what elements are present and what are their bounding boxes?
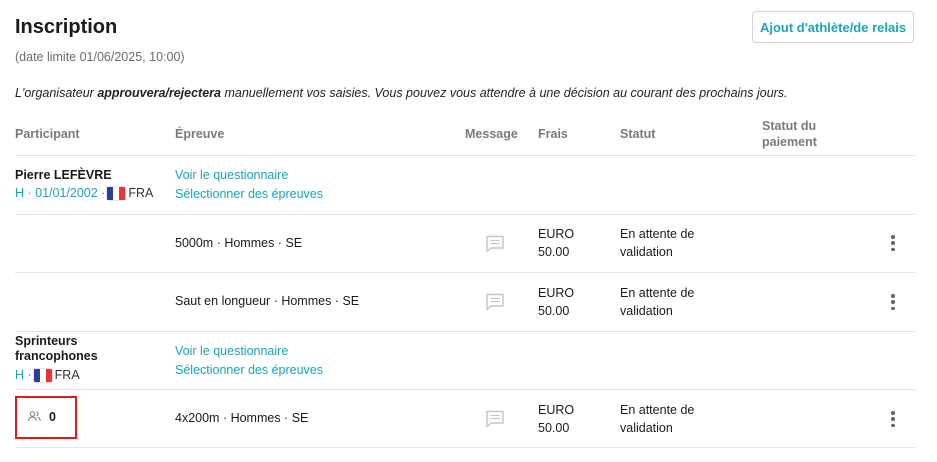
column-header-participant: Participant	[15, 127, 80, 141]
message-icon[interactable]	[485, 410, 505, 428]
divider	[15, 331, 915, 332]
flag-fr-icon	[107, 186, 126, 200]
team-name: Sprinteurs francophones	[15, 334, 98, 363]
deadline-text: (date limite 01/06/2025, 10:00)	[15, 50, 185, 64]
view-questionnaire-link[interactable]: Voir le questionnaire	[175, 344, 288, 358]
more-vert-icon[interactable]	[887, 410, 899, 428]
organizer-notice: L'organisateur approuvera/rejectera manu…	[15, 86, 788, 100]
participant-name: Pierre LEFÈVRE	[15, 168, 112, 182]
entry-event: 4x200m · Hommes · SE	[175, 411, 309, 425]
message-icon[interactable]	[485, 235, 505, 253]
divider	[15, 155, 915, 156]
more-vert-icon[interactable]	[887, 234, 899, 252]
team-members-count: 0	[49, 410, 56, 424]
entry-status: En attente de validation	[620, 403, 695, 435]
entry-event: Saut en longueur · Hommes · SE	[175, 294, 360, 308]
select-events-link[interactable]: Sélectionner des épreuves	[175, 187, 323, 201]
more-vert-icon[interactable]	[887, 293, 899, 311]
divider	[15, 214, 915, 215]
team-members-highlight[interactable]	[15, 396, 77, 439]
add-athlete-relay-button[interactable]: Ajout d'athlète/de relais	[752, 11, 914, 43]
group-icon	[28, 411, 41, 422]
entry-status: En attente de validation	[620, 286, 695, 318]
column-header-fee: Frais	[538, 127, 568, 141]
select-events-link[interactable]: Sélectionner des épreuves	[175, 363, 323, 377]
participant-meta: H · 01/01/2002 · FRA	[15, 186, 154, 200]
column-header-message: Message	[465, 127, 518, 141]
divider	[15, 447, 915, 448]
entry-fee: EURO 50.00	[538, 403, 575, 435]
team-meta: H · FRA	[15, 368, 80, 382]
entry-event: 5000m · Hommes · SE	[175, 236, 303, 250]
column-header-payment-status: Statut du paiement	[762, 119, 817, 149]
message-icon[interactable]	[485, 293, 505, 311]
divider	[15, 272, 915, 273]
entry-fee: EURO 50.00	[538, 286, 575, 318]
column-header-event: Épreuve	[175, 127, 225, 141]
entry-status: En attente de validation	[620, 227, 695, 259]
entry-fee: EURO 50.00	[538, 227, 575, 259]
divider	[15, 389, 915, 390]
view-questionnaire-link[interactable]: Voir le questionnaire	[175, 168, 288, 182]
page-title: Inscription	[15, 16, 118, 38]
column-header-status: Statut	[620, 127, 656, 141]
flag-fr-icon	[33, 368, 52, 382]
